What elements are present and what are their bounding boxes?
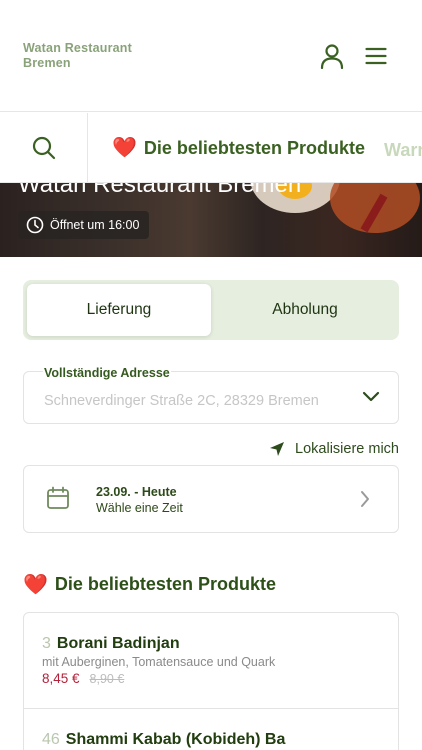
product-name: Borani Badinjan (56, 635, 180, 652)
heart-icon: ❤️ (23, 574, 48, 596)
category-tab-label: Die beliebtesten Produkte (143, 137, 365, 158)
chevron-down-icon (362, 391, 380, 402)
category-tab-next[interactable]: Warm (384, 140, 422, 161)
brand-name-line1: Watan Restaurant (23, 41, 133, 55)
address-label: Vollständige Adresse (43, 366, 171, 380)
app-header: Watan Restaurant Bremen (0, 0, 422, 112)
product-list: 3 Borani Badinjan mit Auberginen, Tomaten… (23, 612, 399, 750)
clock-icon (26, 216, 44, 234)
opening-status-text: Öffnet um 16:00 (50, 218, 140, 232)
hero-restaurant-title: Watan Restaurant Bremen (18, 183, 302, 198)
category-bar: ❤️ Die beliebtesten Produkte Warm (0, 113, 422, 183)
product-number: 3 (42, 635, 51, 652)
product-description: mit Auberginen, Tomatensauce und Quark (42, 655, 276, 669)
user-account-button[interactable] (316, 40, 348, 72)
order-mode-toggle: Lieferung Abholung (23, 280, 399, 340)
brand-name-line2: Bremen (23, 56, 71, 70)
hamburger-menu-icon (365, 47, 387, 65)
restaurant-brand[interactable]: Watan Restaurant Bremen (23, 41, 132, 71)
restaurant-hero-banner: Watan Restaurant Bremen Öffnet um 16:00 (0, 183, 422, 257)
product-item[interactable]: 3 Borani Badinjan mit Auberginen, Tomaten… (24, 613, 398, 709)
search-icon (32, 136, 55, 160)
selected-date: 23.09. - Heute (96, 485, 177, 499)
search-button[interactable] (0, 113, 88, 182)
choose-time-hint: Wähle eine Zeit (96, 501, 183, 515)
pickup-option[interactable]: Abholung (213, 284, 397, 336)
user-icon (320, 44, 344, 69)
calendar-icon (47, 486, 69, 509)
chevron-right-icon (361, 491, 369, 507)
product-item[interactable]: 46 Shammi Kabab (Kobideh) Ba (24, 709, 398, 750)
delivery-option[interactable]: Lieferung (27, 284, 211, 336)
section-title: Die beliebtesten Produkte (54, 574, 276, 594)
locate-me-button[interactable]: Lokalisiere mich (269, 441, 399, 457)
menu-button[interactable] (360, 40, 392, 72)
product-name-row: 3 Borani Badinjan (42, 635, 180, 653)
time-selector[interactable]: 23.09. - Heute Wähle eine Zeit (23, 465, 399, 533)
locate-me-label: Lokalisiere mich (295, 441, 399, 457)
section-heading-popular: ❤️ Die beliebtesten Produkte (23, 572, 276, 597)
product-name-row: 46 Shammi Kabab (Kobideh) Ba (42, 731, 285, 749)
address-value: Schneverdinger Straße 2C, 28329 Bremen (44, 393, 319, 409)
opening-status-badge: Öffnet um 16:00 (18, 211, 150, 239)
product-old-price: 8,90 € (89, 672, 125, 686)
product-price-row: 8,45 € 8,90 € (42, 671, 124, 686)
category-tab-popular[interactable]: ❤️ Die beliebtesten Produkte (112, 137, 365, 159)
location-arrow-icon (270, 442, 285, 456)
product-price: 8,45 € (42, 671, 80, 686)
product-number: 46 (42, 731, 60, 748)
heart-icon: ❤️ (112, 137, 137, 159)
product-name: Shammi Kabab (Kobideh) Ba (65, 731, 286, 748)
